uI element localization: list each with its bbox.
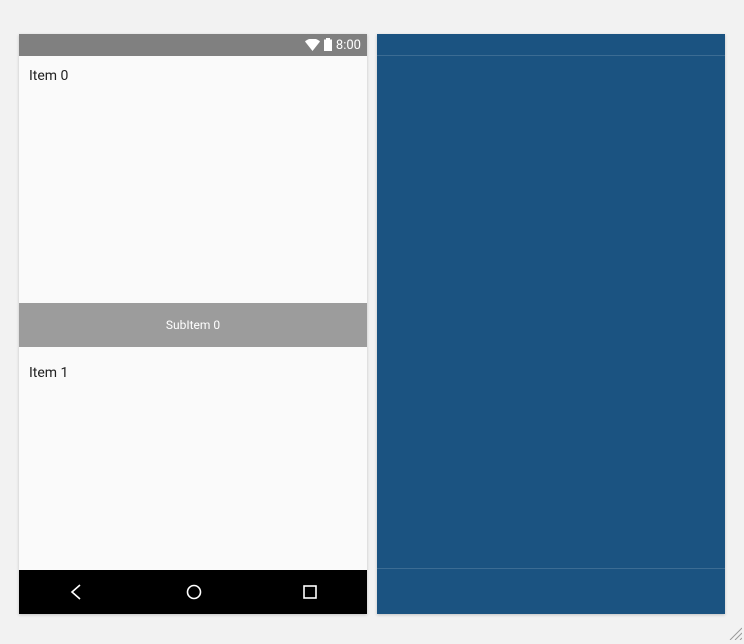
navigation-bar: [19, 570, 367, 614]
list-item[interactable]: Item 0: [19, 56, 367, 303]
recent-apps-icon[interactable]: [302, 584, 318, 600]
wifi-icon: [305, 36, 320, 55]
right-status-bar: [377, 34, 725, 56]
sub-item[interactable]: SubItem 0: [19, 303, 367, 347]
battery-icon: [324, 36, 332, 55]
home-icon[interactable]: [185, 583, 203, 601]
right-content: [377, 56, 725, 568]
phone-right: [377, 34, 725, 614]
sub-item-label: SubItem 0: [166, 318, 220, 332]
list-item-label: Item 0: [29, 68, 68, 84]
resize-handle-icon[interactable]: [728, 625, 742, 639]
right-bottom-bar: [377, 568, 725, 614]
back-icon[interactable]: [68, 583, 86, 601]
status-bar: 8:00: [19, 34, 367, 56]
list-content: Item 0 SubItem 0 Item 1: [19, 56, 367, 570]
phone-left: 8:00 Item 0 SubItem 0 Item 1: [19, 34, 367, 614]
list-item[interactable]: Item 1: [19, 347, 367, 570]
list-item-label: Item 1: [29, 365, 68, 381]
status-time: 8:00: [336, 38, 361, 53]
